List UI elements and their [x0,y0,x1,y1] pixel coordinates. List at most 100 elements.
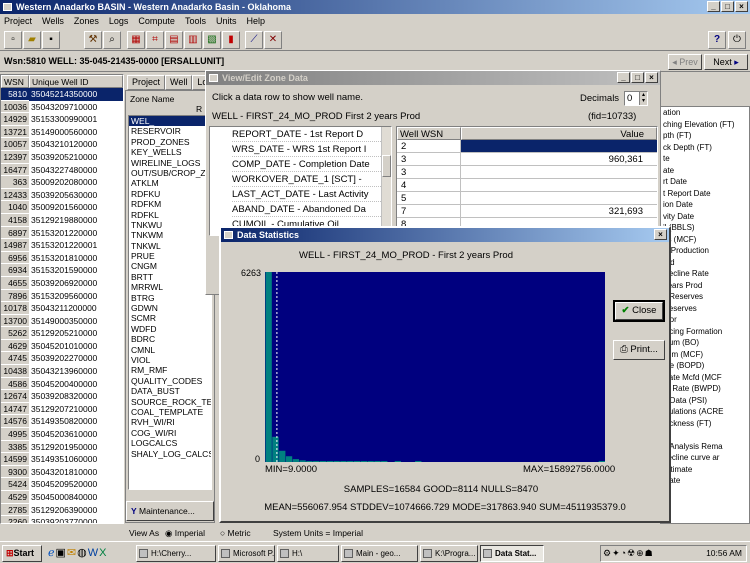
list-item[interactable]: er Rate (BWPD) [661,383,749,395]
table-row[interactable]: 4745 35039202270000 [1,352,123,366]
list-item[interactable]: decline curve ar [661,452,749,464]
list-item[interactable]: Years Prod [661,280,749,292]
list-item[interactable]: RDFKM [129,199,211,209]
close-button[interactable]: × [735,1,748,12]
table-row[interactable]: 2 [397,140,657,153]
table-icon[interactable]: ▤ [165,31,183,49]
taskbar-item[interactable]: Microsoft P... [218,545,275,562]
well-wsn-column-header[interactable]: Well WSN [397,127,461,140]
outlook-icon[interactable]: ✉ [67,547,77,559]
list-item[interactable]: LAST_ACT_DATE - Last Activity [232,187,391,202]
print-button[interactable]: ⎙ Print... [613,340,665,360]
list-item[interactable]: s Reserves [661,291,749,303]
table-row[interactable]: 3 960,361 [397,153,657,166]
table-row[interactable]: 14576 35149350820000 [1,415,123,429]
list-item[interactable]: ATKLM [129,178,211,188]
table-row[interactable]: 7 321,693 [397,205,657,218]
table-row[interactable]: 12674 35039208320000 [1,390,123,403]
table-row[interactable]: 14599 35149351060000 [1,453,123,466]
list-item[interactable]: VIOL [129,355,211,365]
search-icon[interactable]: ⌕ [103,31,121,49]
list-item[interactable]: rod [661,257,749,269]
table-row[interactable]: 12397 35039205210000 [1,150,123,164]
table-row[interactable]: 4995 35045203610000 [1,428,123,441]
list-item[interactable]: COMP_DATE - Completion Date [232,157,391,172]
list-item[interactable]: e Data (PSI) [661,395,749,407]
map-icon[interactable]: ▧ [203,31,221,49]
table-row[interactable]: 3385 35129201950000 [1,440,123,454]
list-item[interactable]: REPORT_DATE - 1st Report D [232,127,391,142]
next-button[interactable]: Next ▸ [704,54,748,70]
word-icon[interactable]: W [88,547,99,559]
tab-well[interactable]: Well [165,75,193,90]
list-item[interactable]: COG_WI/RI [129,428,211,438]
list-item[interactable] [661,429,749,441]
taskbar-item[interactable]: Data Stat... [480,545,544,562]
wand-icon[interactable]: ⚒ [84,31,102,49]
menu-tools[interactable]: Tools [185,14,206,28]
metric-radio[interactable]: ○ Metric [220,526,251,540]
list-item[interactable]: RESERVOIR [129,126,211,136]
decimals-input[interactable]: 0 ▴ ▾ [624,91,648,106]
list-item[interactable]: as (MCF) [661,234,749,246]
list-item[interactable]: t Report Date [661,188,749,200]
list-item[interactable]: ck Depth (FT) [661,142,749,154]
show-desktop-icon[interactable]: ▣ [56,547,67,559]
table-row[interactable]: 4586 35045200400000 [1,377,123,391]
tray-icons[interactable]: ⚙✦◔☢⊕☗ [603,546,654,561]
list-item[interactable]: ABAND_DATE - Abandoned Da [232,202,391,217]
list-item[interactable]: SHALY_LOG_CALCS [129,449,211,459]
list-item[interactable]: KEY_WELLS [129,147,211,157]
taskbar-item[interactable]: K:\Progra... [420,545,478,562]
list-item[interactable]: Reserves [661,303,749,315]
list-item[interactable]: WRS_DATE - WRS 1st Report I [232,142,391,157]
table-row[interactable]: 2785 35129206390000 [1,503,123,517]
list-item[interactable]: TNKWM [129,230,211,240]
list-item[interactable]: lucing Formation [661,326,749,338]
prev-button[interactable]: ◂ Prev [668,54,702,70]
ie-icon[interactable]: ℯ [48,547,56,559]
list-item[interactable]: CMNL [129,345,211,355]
list-item[interactable]: ulate [661,475,749,487]
list-item[interactable]: ching Elevation (FT) [661,119,749,131]
list-item[interactable]: ator [661,314,749,326]
tools-icon[interactable]: ✕ [264,31,282,49]
table-row[interactable]: 10036 35043209710000 [1,100,123,114]
list-item[interactable]: PRUE [129,251,211,261]
menu-zones[interactable]: Zones [74,14,99,28]
field-list-scrollbar[interactable] [381,127,391,235]
table-row[interactable]: 7896 35153209560000 [1,289,123,303]
spreadsheet-icon[interactable]: ▥ [184,31,202,49]
table-row[interactable]: 4629 35045201010000 [1,339,123,353]
media-icon[interactable]: ◍ [77,547,88,559]
list-item[interactable]: MRRWL [129,282,211,292]
list-item[interactable]: Cum (BO) [661,337,749,349]
menu-wells[interactable]: Wells [42,14,64,28]
list-item[interactable]: SCMR [129,313,211,323]
list-item[interactable]: Rate Mcfd (MCF [661,372,749,384]
list-item[interactable]: rt Date [661,176,749,188]
menu-help[interactable]: Help [246,14,265,28]
wsn-column-header[interactable]: WSN [1,75,29,88]
list-item[interactable]: vity Date [661,211,749,223]
list-item[interactable]: WIRELINE_LOGS [129,158,211,168]
list-item[interactable]: RVH_WI/RI [129,417,211,427]
list-item[interactable]: il (BBLS) [661,222,749,234]
list-item[interactable]: GDWN [129,303,211,313]
list-item[interactable]: te [661,153,749,165]
line-tool-icon[interactable]: ⟋ [245,31,263,49]
value-column-header[interactable]: Value [461,127,657,140]
table-row[interactable]: 10438 35043213960000 [1,365,123,378]
list-item[interactable]: QUALITY_CODES [129,376,211,386]
list-item[interactable]: e Analysis Rema [661,441,749,453]
list-item[interactable]: RDFKU [129,189,211,199]
list-item[interactable]: ion Date [661,199,749,211]
table-row[interactable]: 6934 35153201590000 [1,264,123,277]
histogram-icon[interactable]: ▮ [222,31,240,49]
list-item[interactable]: Decline Rate [661,268,749,280]
table-row[interactable]: 4158 35129219880000 [1,213,123,227]
list-item[interactable]: CNGM [129,261,211,271]
maintenance-button[interactable]: Y Maintenance... [126,501,214,521]
minimize-button[interactable]: _ [707,1,720,12]
menu-logs[interactable]: Logs [109,14,129,28]
